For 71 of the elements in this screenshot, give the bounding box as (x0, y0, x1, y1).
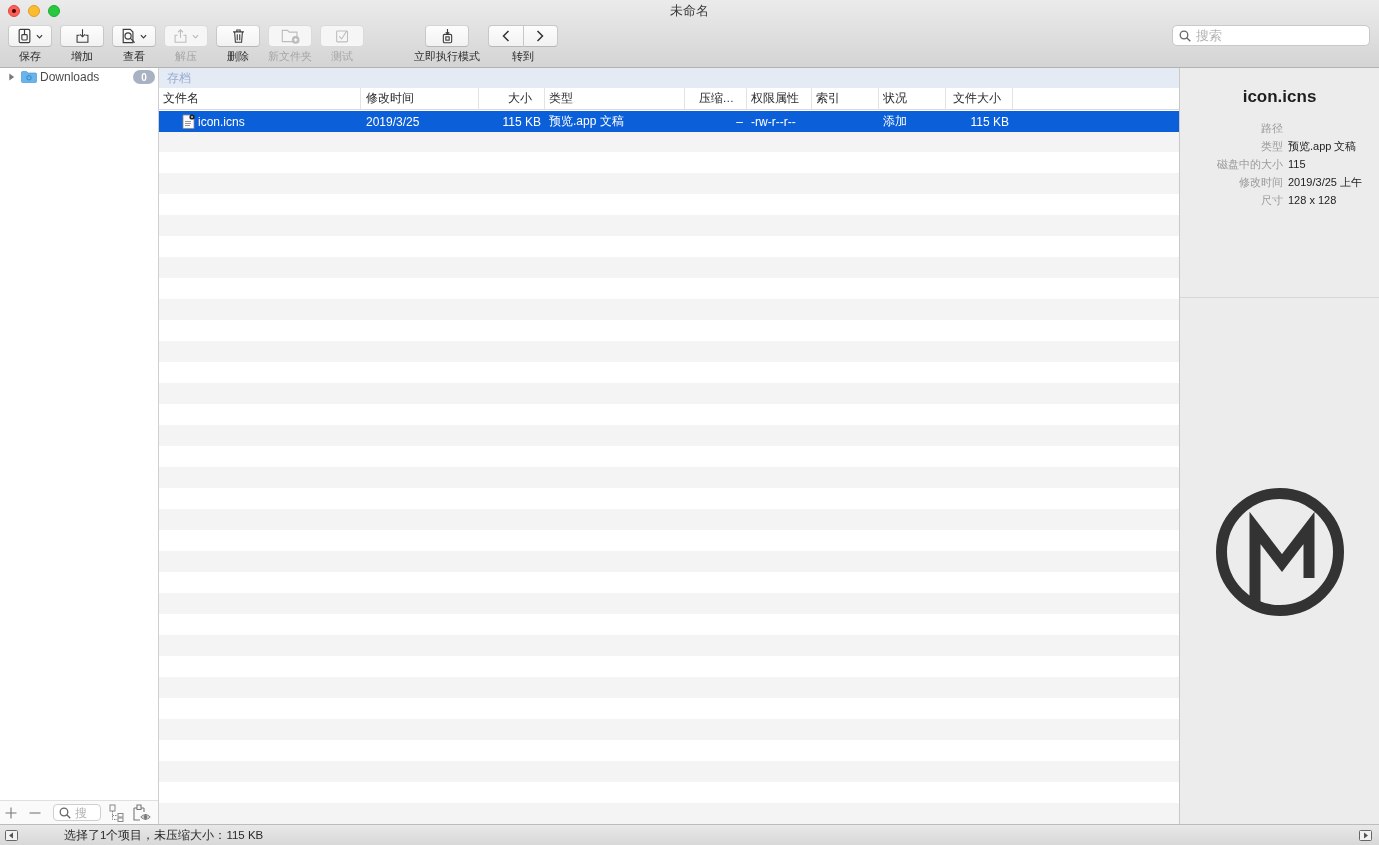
count-badge: 0 (133, 70, 155, 84)
sidebar-item[interactable]: Downloads 0 (0, 68, 158, 86)
toolbar-button-label[interactable]: 立即执行模式 (414, 50, 480, 62)
back-button[interactable] (488, 25, 524, 47)
trash-icon (230, 28, 246, 44)
column-header[interactable]: 修改时间 (366, 91, 414, 106)
table-cell: -rw-r--r-- (751, 114, 796, 129)
close-button[interactable] (8, 5, 20, 17)
left-triangle-box-icon[interactable] (5, 829, 18, 841)
column-header[interactable]: 权限属性 (751, 91, 799, 106)
archive-icon (17, 28, 32, 44)
window-title: 未命名 (670, 2, 709, 20)
box-arrow-up-icon (173, 28, 188, 44)
column-header[interactable]: 文件大小 (953, 91, 1001, 106)
toolbar-button-label[interactable]: 保存 (19, 50, 41, 62)
right-triangle-box-icon[interactable] (1359, 829, 1372, 841)
folder-icon (21, 71, 37, 83)
filter-field[interactable]: 搜 (53, 804, 101, 821)
chevron-right-icon (536, 30, 545, 42)
disclosure-triangle-icon[interactable] (8, 73, 15, 81)
property-value: 115 (1288, 158, 1306, 170)
property-label: 尺寸 (1261, 192, 1283, 208)
folder-plus-icon (280, 28, 300, 44)
table-cell: icon.icns (198, 114, 245, 129)
checkbox-tick-icon (334, 28, 350, 44)
caret-icon (192, 33, 199, 39)
toolbar-button[interactable] (8, 25, 52, 47)
toolbar-button-label[interactable]: 删除 (227, 50, 249, 62)
search-icon (59, 806, 71, 819)
search-field[interactable]: 搜索 (1172, 25, 1370, 46)
property-label: 修改时间 (1239, 174, 1283, 190)
toolbar-button[interactable] (216, 25, 260, 47)
archive-eye-icon[interactable] (132, 803, 152, 822)
table-cell: 115 KB (970, 114, 1009, 129)
toolbar-button-label[interactable]: 转到 (512, 50, 534, 62)
toolbar-button[interactable] (425, 25, 469, 47)
property-label: 路径 (1261, 120, 1283, 136)
column-header[interactable]: 大小 (508, 91, 532, 106)
sidebar-item-label: Downloads (40, 70, 100, 84)
property-value: 128 x 128 (1288, 194, 1337, 206)
column-header[interactable]: 文件名 (163, 91, 199, 106)
table-cell: 2019/3/25 (366, 114, 420, 129)
search-icon (1179, 29, 1191, 42)
property-value: 2019/3/25 上午 (1288, 174, 1362, 190)
toolbar-button-label[interactable]: 增加 (71, 50, 93, 62)
property-value: 预览.app 文稿 (1288, 138, 1357, 154)
property-label: 磁盘中的大小 (1217, 156, 1283, 172)
inspector-title: icon.icns (1241, 87, 1318, 107)
table-cell: 115 KB (502, 114, 541, 129)
column-header[interactable]: 索引 (816, 91, 840, 106)
toolbar-button-label[interactable]: 查看 (123, 50, 145, 62)
column-header[interactable]: 类型 (549, 91, 573, 106)
table-row[interactable]: icon.icns 2019/3/25 115 KB 预览.app 文稿 – -rw-r--r-- 添加 115 KB (159, 111, 1179, 132)
column-header[interactable]: 压缩… (698, 91, 734, 106)
caret-icon (36, 33, 43, 39)
toolbar-button[interactable] (112, 25, 156, 47)
forward-button[interactable] (523, 25, 558, 47)
plus-icon[interactable] (5, 806, 17, 819)
chevron-left-icon (501, 30, 510, 42)
caret-icon (140, 33, 147, 39)
table-cell: – (736, 114, 743, 129)
box-arrow-down-icon (74, 28, 90, 44)
magnifier-document-icon (121, 28, 136, 44)
property-label: 类型 (1261, 138, 1283, 154)
document-icon (182, 114, 195, 129)
table-cell: 预览.app 文稿 (549, 113, 624, 130)
table-cell: 添加 (883, 113, 907, 130)
tree-view-icon[interactable] (109, 803, 125, 822)
column-header[interactable]: 状况 (883, 91, 907, 106)
toolbar-button[interactable] (60, 25, 104, 47)
status-text: 选择了1个项目，未压缩大小：115 KB (64, 827, 264, 843)
